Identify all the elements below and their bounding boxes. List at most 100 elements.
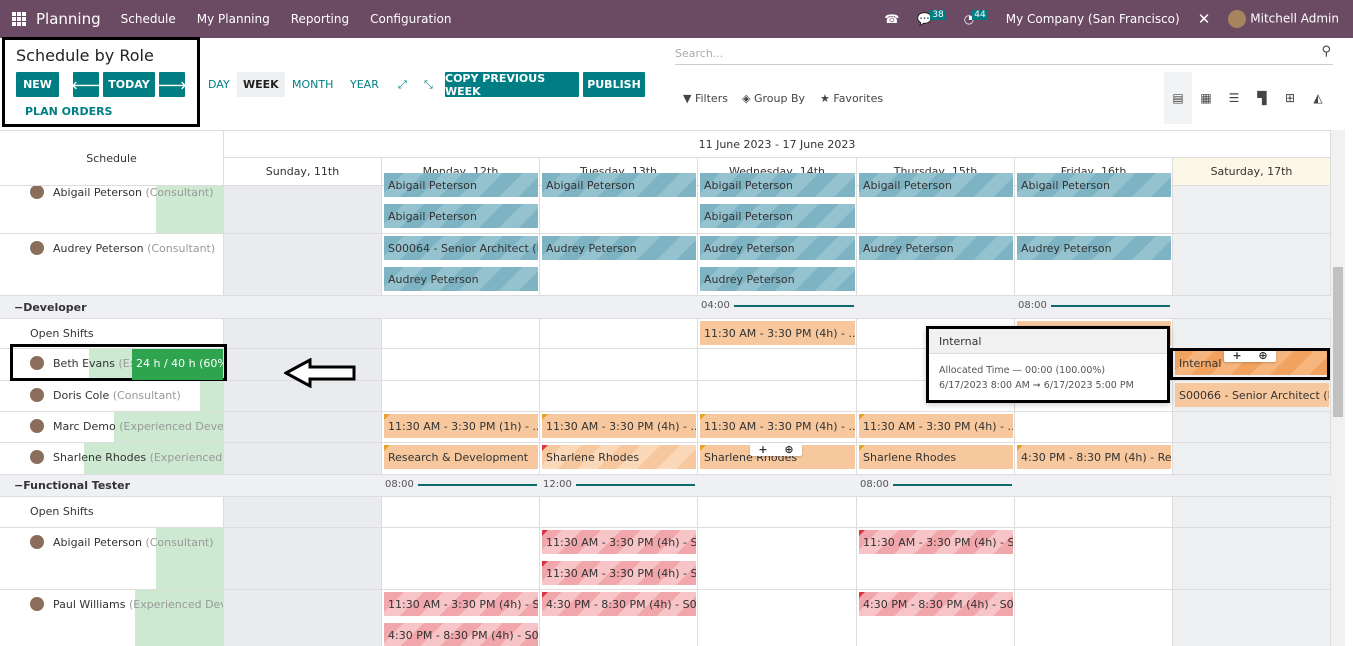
menu-schedule[interactable]: Schedule — [121, 12, 176, 26]
list-view-icon[interactable]: ☰ — [1220, 72, 1248, 124]
shift-pill[interactable]: 4:30 PM - 8:30 PM (4h) - S0... — [384, 623, 538, 646]
shift-pill[interactable]: 11:30 AM - 3:30 PM (4h) - ... — [700, 414, 855, 438]
gantt-cell[interactable] — [382, 319, 540, 349]
gantt-cell[interactable] — [1015, 412, 1173, 443]
gantt-cell[interactable] — [224, 528, 382, 590]
menu-reporting[interactable]: Reporting — [291, 12, 349, 26]
collapse-icon[interactable]: ⤡ — [418, 72, 439, 97]
scale-month[interactable]: MONTH — [286, 72, 339, 97]
search-input[interactable]: Search... ⚲ — [675, 43, 1333, 65]
shift-pill[interactable]: 11:30 AM - 3:30 PM (4h) - S... — [542, 530, 696, 554]
shift-pill[interactable]: 4:30 PM - 8:30 PM (4h) - S0... — [859, 592, 1013, 616]
gantt-cell[interactable] — [698, 590, 857, 646]
resource-row-header[interactable]: Paul Williams (Experienced Developer) — [0, 590, 224, 646]
gantt-cell[interactable] — [1173, 234, 1331, 296]
gantt-cell[interactable] — [224, 443, 382, 475]
copy-previous-week-button[interactable]: COPY PREVIOUS WEEK — [445, 72, 579, 98]
shift-pill[interactable]: 11:30 AM - 3:30 PM (4h) - ... — [700, 321, 855, 345]
shift-pill[interactable]: 11:30 AM - 3:30 PM (1h) - ... — [384, 414, 538, 438]
gantt-cell[interactable] — [1015, 590, 1173, 646]
activities-button[interactable]: ◔44 — [964, 10, 988, 26]
resource-row-header[interactable]: Audrey Peterson (Consultant) — [0, 234, 224, 296]
menu-my-planning[interactable]: My Planning — [197, 12, 270, 26]
gantt-cell[interactable] — [224, 319, 382, 349]
shift-pill[interactable]: 11:30 AM - 3:30 PM (4h) - ... — [859, 414, 1013, 438]
gantt-cell[interactable] — [382, 528, 540, 590]
resource-row-header[interactable]: Abigail Peterson (Consultant) — [0, 528, 224, 590]
gantt-cell[interactable] — [1173, 590, 1331, 646]
publish-button[interactable]: PUBLISH — [583, 72, 645, 97]
zoom-shift-icon[interactable]: ⊕ — [776, 443, 802, 456]
gantt-cell[interactable] — [1015, 528, 1173, 590]
gantt-cell[interactable] — [382, 349, 540, 381]
shift-pill[interactable]: Abigail Peterson — [700, 173, 855, 197]
shift-pill[interactable]: 4:30 PM - 8:30 PM (4h) - S0... — [542, 592, 696, 616]
shift-pill[interactable]: Abigail Peterson — [384, 173, 538, 197]
menu-configuration[interactable]: Configuration — [370, 12, 451, 26]
company-switcher[interactable]: My Company (San Francisco) — [1006, 12, 1180, 26]
shift-pill[interactable]: Audrey Peterson — [384, 267, 538, 291]
shift-pill[interactable]: 11:30 AM - 3:30 PM (4h) - ... — [542, 414, 696, 438]
gantt-cell[interactable] — [698, 349, 857, 381]
gantt-cell[interactable] — [1015, 497, 1173, 528]
shift-pill[interactable]: Audrey Peterson — [542, 236, 696, 260]
shift-pill[interactable]: 4:30 PM - 8:30 PM (4h) - Re... — [1017, 445, 1171, 469]
gantt-cell[interactable] — [698, 497, 857, 528]
debug-tools-icon[interactable]: ✕ — [1198, 10, 1211, 28]
group-by-button[interactable]: ◈ Group By — [742, 92, 805, 105]
gantt-view-icon[interactable]: ▤ — [1164, 72, 1192, 124]
apps-menu-icon[interactable] — [12, 12, 26, 26]
gantt-cell[interactable] — [224, 186, 382, 234]
resource-row-header[interactable]: Marc Demo (Experienced Developer) — [0, 412, 224, 443]
shift-pill[interactable]: Research & Development — [384, 445, 538, 469]
gantt-cell[interactable] — [224, 497, 382, 528]
resource-row-header[interactable]: Sharlene Rhodes (Experienced Developer) — [0, 443, 224, 475]
gantt-cell[interactable] — [224, 590, 382, 646]
resource-row-header[interactable]: Abigail Peterson (Consultant) — [0, 186, 224, 234]
scale-year[interactable]: YEAR — [344, 72, 385, 97]
gantt-cell[interactable] — [1173, 412, 1331, 443]
gantt-cell[interactable] — [1173, 443, 1331, 475]
shift-pill[interactable]: Abigail Peterson — [859, 173, 1013, 197]
gantt-cell[interactable] — [540, 349, 698, 381]
collapse-group-icon[interactable]: − — [14, 301, 23, 314]
scale-day[interactable]: DAY — [202, 72, 236, 97]
gantt-cell[interactable] — [1173, 497, 1331, 528]
gantt-cell[interactable] — [857, 497, 1015, 528]
shift-pill[interactable]: Audrey Peterson — [700, 267, 855, 291]
scale-week[interactable]: WEEK — [237, 72, 285, 97]
pivot-view-icon[interactable]: ⊞ — [1276, 72, 1304, 124]
gantt-cell[interactable] — [540, 381, 698, 412]
shift-pill[interactable]: Audrey Peterson — [1017, 236, 1171, 260]
user-menu[interactable]: Mitchell Admin — [1228, 10, 1339, 28]
shift-pill[interactable]: 11:30 AM - 3:30 PM (4h) - S... — [542, 561, 696, 585]
shift-pill[interactable]: Abigail Peterson — [384, 204, 538, 228]
shift-pill[interactable]: 11:30 AM - 3:30 PM (4h) - S... — [859, 530, 1013, 554]
gantt-cell[interactable] — [382, 497, 540, 528]
collapse-group-icon[interactable]: − — [14, 479, 23, 492]
gantt-cell[interactable] — [1173, 528, 1331, 590]
favorites-button[interactable]: ★ Favorites — [820, 92, 883, 105]
vertical-scrollbar[interactable] — [1331, 130, 1345, 646]
shift-pill[interactable]: Sharlene Rhodes — [859, 445, 1013, 469]
shift-pill[interactable]: Audrey Peterson — [859, 236, 1013, 260]
app-name[interactable]: Planning — [36, 10, 101, 28]
calendar-view-icon[interactable]: ▦ — [1192, 72, 1220, 124]
gantt-cell[interactable] — [540, 319, 698, 349]
resource-row-header[interactable]: Doris Cole (Consultant) — [0, 381, 224, 412]
shift-pill[interactable]: S00064 - Senior Architect (I... — [384, 236, 538, 260]
scrollbar-thumb[interactable] — [1333, 267, 1343, 417]
gantt-cell[interactable] — [540, 497, 698, 528]
gantt-cell[interactable] — [224, 234, 382, 296]
kanban-view-icon[interactable]: ▜ — [1248, 72, 1276, 124]
add-shift-icon[interactable]: + — [750, 443, 776, 456]
expand-icon[interactable]: ⤢ — [392, 72, 413, 97]
shift-pill[interactable]: Audrey Peterson — [700, 236, 855, 260]
graph-view-icon[interactable]: ◭ — [1304, 72, 1332, 124]
messages-button[interactable]: 💬38 — [917, 10, 946, 26]
gantt-cell[interactable] — [1173, 319, 1331, 349]
shift-pill[interactable]: Sharlene Rhodes — [542, 445, 696, 469]
gantt-cell[interactable] — [698, 528, 857, 590]
shift-pill[interactable]: Abigail Peterson — [542, 173, 696, 197]
gantt-cell[interactable] — [698, 381, 857, 412]
